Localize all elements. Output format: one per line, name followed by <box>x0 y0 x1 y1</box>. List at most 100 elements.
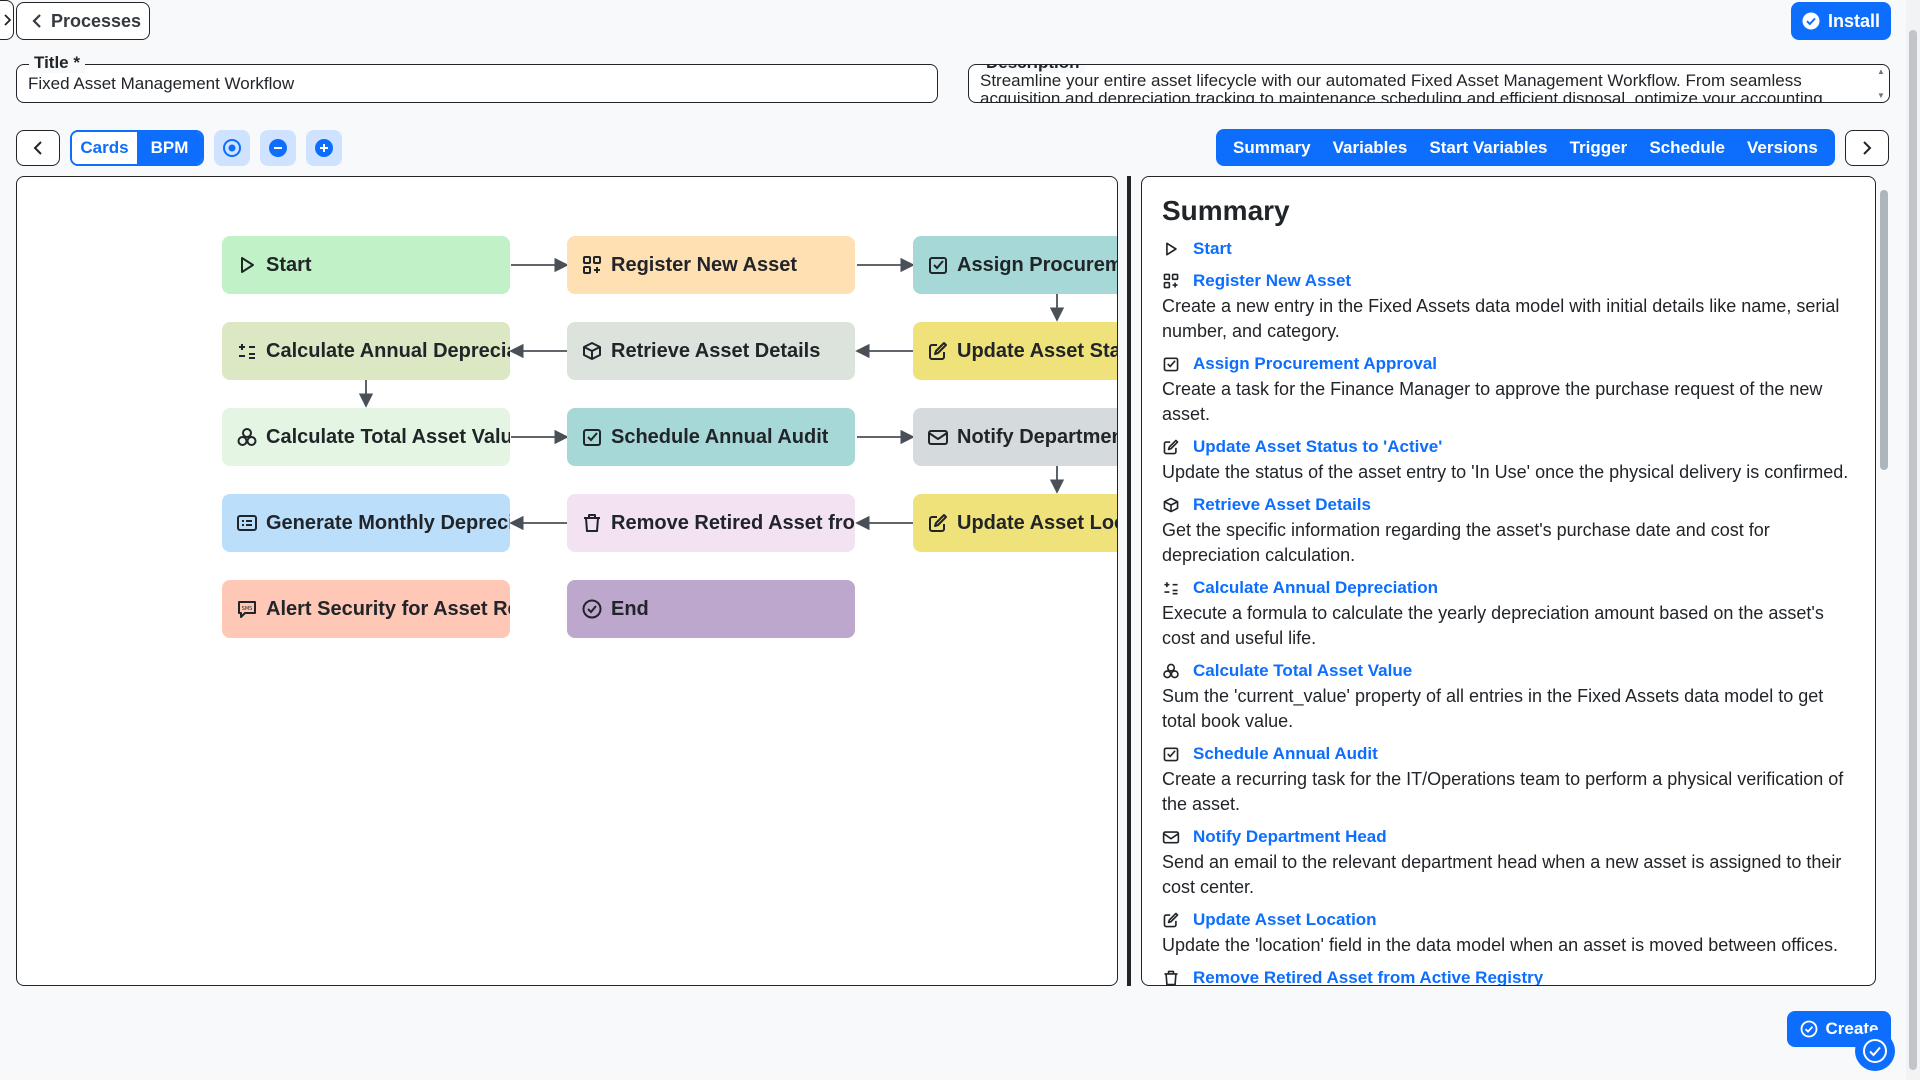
node-generate-monthly-depreciation-report[interactable]: Generate Monthly Depreciation Report <box>222 494 510 552</box>
node-label: Retrieve Asset Details <box>611 339 821 362</box>
summary-scrollbar[interactable] <box>1877 176 1891 986</box>
page-scrollbar[interactable] <box>1906 0 1920 1080</box>
zoom-in-button[interactable] <box>306 130 342 166</box>
summary-item-description: Get the specific information regarding t… <box>1162 520 1770 565</box>
edit-icon <box>929 514 947 532</box>
check-circle-icon <box>1800 1020 1817 1038</box>
node-notify-department-head[interactable]: Notify Department Head <box>913 408 1117 466</box>
title-input-value[interactable]: Fixed Asset Management Workflow <box>28 74 294 94</box>
node-calculate-annual-depreciation[interactable]: Calculate Annual Depreciation <box>222 322 510 380</box>
node-assign-procurement-approval[interactable]: Assign Procurement Approval <box>913 236 1117 294</box>
node-alert-security[interactable]: SMS Alert Security for Asset Removal <box>222 580 510 638</box>
tab-trigger[interactable]: Trigger <box>1570 138 1628 158</box>
tab-bpm[interactable]: BPM <box>137 132 202 164</box>
workflow-canvas[interactable]: Start Register New Asset Assign Procurem… <box>16 176 1118 986</box>
tab-start-variables[interactable]: Start Variables <box>1429 138 1547 158</box>
node-label: Alert Security for Asset Removal <box>266 597 510 620</box>
node-label: Notify Department Head <box>957 425 1117 448</box>
summary-item-link[interactable]: Update Asset Status to 'Active' <box>1193 437 1442 457</box>
play-icon <box>1166 242 1177 256</box>
play-icon <box>241 257 254 273</box>
check-circle-icon <box>1802 12 1820 30</box>
aggregate-icon <box>237 428 257 446</box>
chevron-right-icon <box>1863 141 1872 155</box>
summary-item-link[interactable]: Calculate Annual Depreciation <box>1193 578 1438 598</box>
panel-resize-handle[interactable] <box>1127 176 1131 986</box>
chevron-left-icon <box>33 141 42 155</box>
box-icon <box>583 342 601 360</box>
tab-variables[interactable]: Variables <box>1333 138 1408 158</box>
summary-item-link[interactable]: Assign Procurement Approval <box>1193 354 1437 374</box>
back-button-label: Processes <box>51 10 142 31</box>
summary-item-description: Create a new entry in the Fixed Assets d… <box>1162 296 1840 341</box>
node-remove-retired-asset[interactable]: Remove Retired Asset from Active Registr… <box>567 494 855 552</box>
node-schedule-annual-audit[interactable]: Schedule Annual Audit <box>567 408 855 466</box>
mail-icon <box>928 430 948 445</box>
panel-tabs: Summary Variables Start Variables Trigge… <box>1216 129 1835 166</box>
summary-item-link[interactable]: Notify Department Head <box>1193 827 1387 847</box>
flow-connectors <box>358 257 1065 531</box>
node-update-asset-location[interactable]: Update Asset Location <box>913 494 1117 552</box>
summary-item-link[interactable]: Remove Retired Asset from Active Registr… <box>1193 968 1543 985</box>
checkbox-icon <box>583 429 601 446</box>
page-scrollbar-thumb[interactable] <box>1909 30 1917 1070</box>
summary-scrollbar-thumb[interactable] <box>1880 190 1888 470</box>
description-field[interactable]: Description Streamline your entire asset… <box>968 64 1890 103</box>
summary-item-link[interactable]: Start <box>1193 239 1232 259</box>
tab-versions[interactable]: Versions <box>1747 138 1818 158</box>
summary-item-link[interactable]: Schedule Annual Audit <box>1193 744 1378 764</box>
trash-icon <box>1164 970 1178 985</box>
formula-icon <box>239 344 255 359</box>
node-update-asset-status[interactable]: Update Asset Status to 'Active' <box>913 322 1118 380</box>
node-label: Update Asset Status to 'Active' <box>957 339 1118 362</box>
sidebar-toggle[interactable] <box>0 0 14 40</box>
floating-status-button[interactable] <box>1855 1031 1895 1071</box>
node-start[interactable]: Start <box>222 236 510 294</box>
trash-icon <box>584 514 600 532</box>
summary-item-description: Create a task for the Finance Manager to… <box>1162 379 1823 424</box>
description-scrollbar[interactable]: ▲ ▼ <box>1875 67 1887 100</box>
summary-item-link[interactable]: Retrieve Asset Details <box>1193 495 1371 515</box>
install-button-label: Install <box>1827 10 1880 31</box>
summary-item: Assign Procurement Approval Create a tas… <box>1162 352 1855 427</box>
center-view-button[interactable] <box>214 130 250 166</box>
title-label: Title * <box>29 53 85 73</box>
summary-item: Calculate Total Asset Value Sum the 'cur… <box>1162 659 1855 734</box>
zoom-out-button[interactable] <box>260 130 296 166</box>
formula-icon <box>1164 582 1178 595</box>
summary-item-link[interactable]: Update Asset Location <box>1193 910 1377 930</box>
summary-item: Update Asset Status to 'Active' Update t… <box>1162 435 1855 485</box>
tab-cards[interactable]: Cards <box>72 132 137 164</box>
collapse-left-button[interactable] <box>16 130 60 166</box>
node-end[interactable]: End <box>567 580 855 638</box>
chevron-right-icon <box>3 14 11 26</box>
summary-item-link[interactable]: Calculate Total Asset Value <box>1193 661 1412 681</box>
node-label: Calculate Total Asset Value <box>266 425 510 448</box>
node-label: Schedule Annual Audit <box>611 425 829 448</box>
summary-item: Notify Department Head Send an email to … <box>1162 825 1855 900</box>
node-label: Assign Procurement Approval <box>957 253 1117 276</box>
summary-item-description: Update the status of the asset entry to … <box>1162 462 1849 482</box>
description-textarea-value[interactable]: Streamline your entire asset lifecycle w… <box>980 72 1865 103</box>
node-register-new-asset[interactable]: Register New Asset <box>567 236 855 294</box>
tab-summary[interactable]: Summary <box>1233 138 1310 158</box>
back-to-processes-button[interactable]: Processes <box>16 2 150 40</box>
node-label: End <box>611 597 649 620</box>
summary-item-description: Sum the 'current_value' property of all … <box>1162 686 1824 731</box>
summary-title: Summary <box>1162 195 1290 226</box>
tab-schedule[interactable]: Schedule <box>1649 138 1725 158</box>
node-calculate-total-asset-value[interactable]: Calculate Total Asset Value <box>222 408 510 466</box>
summary-item: Retrieve Asset Details Get the specific … <box>1162 493 1855 568</box>
summary-item: Calculate Annual Depreciation Execute a … <box>1162 576 1855 651</box>
summary-item-description: Execute a formula to calculate the yearl… <box>1162 603 1824 648</box>
node-retrieve-asset-details[interactable]: Retrieve Asset Details <box>567 322 855 380</box>
summary-item: Schedule Annual Audit Create a recurring… <box>1162 742 1855 817</box>
summary-item-link[interactable]: Register New Asset <box>1193 271 1351 291</box>
summary-item: Update Asset Location Update the 'locati… <box>1162 908 1855 958</box>
install-button[interactable]: Install <box>1791 2 1891 40</box>
view-toggle: Cards BPM <box>70 130 204 166</box>
title-field[interactable]: Title * Fixed Asset Management Workflow <box>16 53 938 103</box>
collapse-right-button[interactable] <box>1845 130 1889 166</box>
aggregate-icon <box>1163 663 1179 679</box>
summary-item-description: Update the 'location' field in the data … <box>1162 935 1838 955</box>
